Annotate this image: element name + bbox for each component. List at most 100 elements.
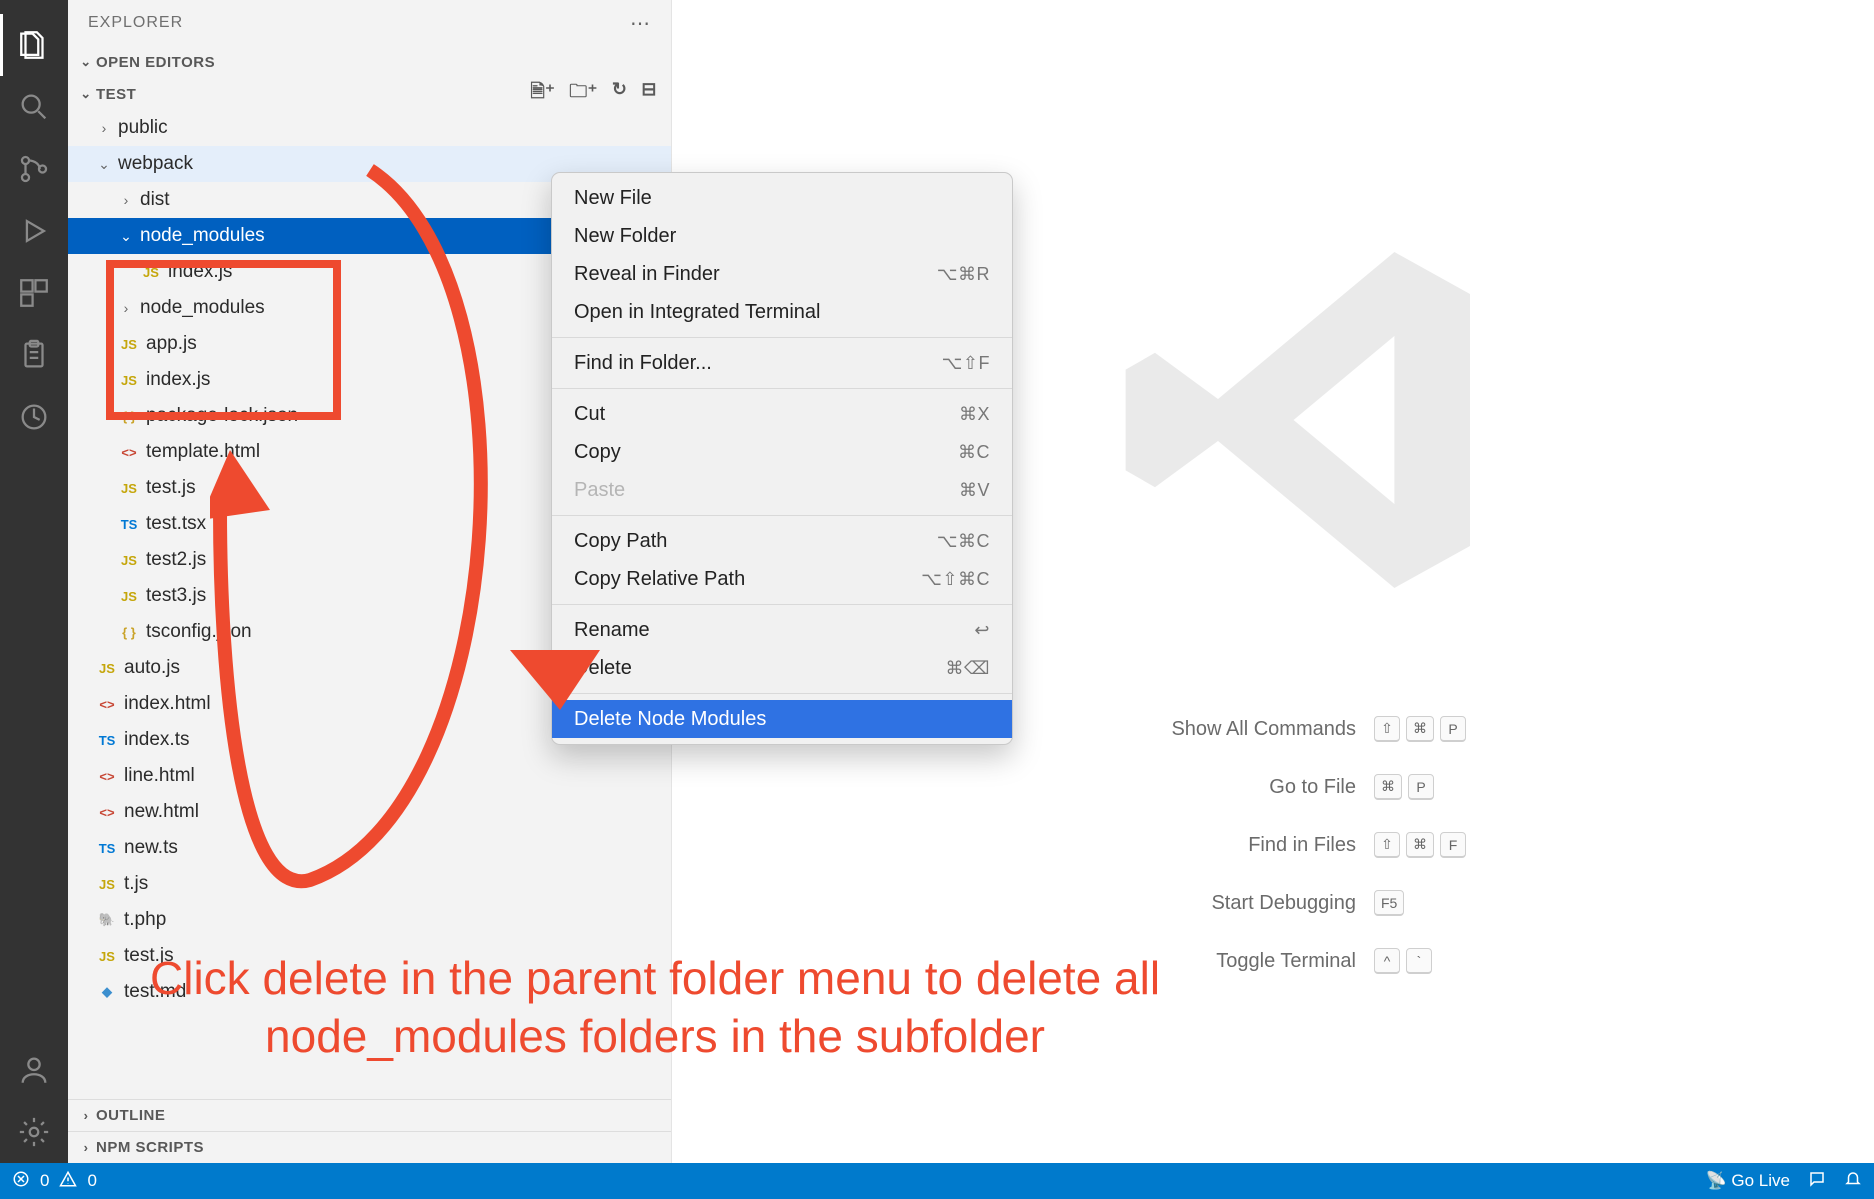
refresh-icon[interactable]: ↻ xyxy=(612,79,628,109)
new-folder-icon[interactable]: 🗀⁺ xyxy=(569,79,598,109)
welcome-label: Go to File xyxy=(1269,776,1356,799)
welcome-label: Start Debugging xyxy=(1211,892,1356,915)
outline-label: OUTLINE xyxy=(96,1107,671,1124)
npm-scripts-label: NPM SCRIPTS xyxy=(96,1139,671,1156)
collapse-icon[interactable]: ⊟ xyxy=(641,79,657,109)
folder-label: node_modules xyxy=(140,225,265,247)
file-label: index.js xyxy=(146,369,210,391)
activity-settings-icon[interactable] xyxy=(0,1101,68,1163)
file-label: test.tsx xyxy=(146,513,206,535)
ctx-shortcut: ⌘C xyxy=(958,442,990,463)
file-line-html[interactable]: <>line.html xyxy=(68,758,671,794)
welcome-shortcuts: Show All Commands ⇧⌘P Go to File ⌘P Find… xyxy=(954,700,1494,990)
ctx-label: New File xyxy=(574,187,652,210)
file-test-md[interactable]: ◆test.md xyxy=(68,974,671,1010)
file-label: app.js xyxy=(146,333,197,355)
new-file-icon[interactable]: 🗎⁺ xyxy=(530,79,555,109)
explorer-header: EXPLORER ⋯ xyxy=(68,0,671,46)
ctx-new-folder[interactable]: New Folder xyxy=(552,217,1012,255)
ctx-label: Delete xyxy=(574,657,632,680)
ctx-open-terminal[interactable]: Open in Integrated Terminal xyxy=(552,293,1012,331)
ctx-label: Copy Path xyxy=(574,530,667,553)
file-label: tsconfig.json xyxy=(146,621,252,643)
ctx-cut[interactable]: Cut⌘X xyxy=(552,395,1012,433)
go-live-label: Go Live xyxy=(1731,1171,1790,1190)
kbd: P xyxy=(1408,774,1434,800)
ctx-copy[interactable]: Copy ⌘C xyxy=(552,433,1012,471)
npm-scripts-section[interactable]: › NPM SCRIPTS xyxy=(68,1131,671,1163)
file-new-html[interactable]: <>new.html xyxy=(68,794,671,830)
ctx-copy-path[interactable]: Copy Path ⌥⌘C xyxy=(552,522,1012,560)
file-label: index.ts xyxy=(124,729,189,751)
ctx-separator xyxy=(552,388,1012,389)
file-t-js[interactable]: JSt.js xyxy=(68,866,671,902)
ctx-label: Reveal in Finder xyxy=(574,263,720,286)
status-bell-icon[interactable] xyxy=(1844,1170,1862,1193)
status-bar: 0 0 📡 Go Live xyxy=(0,1163,1874,1199)
ctx-label: Copy xyxy=(574,441,621,464)
ctx-label: Cut xyxy=(574,403,605,426)
kbd: P xyxy=(1440,716,1466,742)
file-new-ts[interactable]: TSnew.ts xyxy=(68,830,671,866)
activity-debug-icon[interactable] xyxy=(0,200,68,262)
ctx-shortcut: ⌘⌫ xyxy=(946,658,990,679)
explorer-title: EXPLORER xyxy=(88,14,183,32)
welcome-label: Show All Commands xyxy=(1171,718,1356,741)
ctx-label: Delete Node Modules xyxy=(574,708,766,731)
ctx-shortcut: ⌘V xyxy=(959,480,990,501)
folder-public[interactable]: ›public xyxy=(68,110,671,146)
folder-label: public xyxy=(118,117,168,139)
kbd: ⌘ xyxy=(1374,774,1402,800)
file-test-js-root[interactable]: JStest.js xyxy=(68,938,671,974)
open-editors-section[interactable]: ⌄ OPEN EDITORS xyxy=(68,46,671,78)
status-warnings[interactable] xyxy=(59,1170,77,1193)
kbd: F xyxy=(1440,832,1466,858)
kbd: ⇧ xyxy=(1374,832,1400,858)
ctx-rename[interactable]: Rename↩ xyxy=(552,611,1012,649)
ctx-new-file[interactable]: New File xyxy=(552,179,1012,217)
activity-explorer-icon[interactable] xyxy=(0,14,68,76)
ctx-shortcut: ⌥⌘C xyxy=(937,531,990,552)
file-label: test2.js xyxy=(146,549,206,571)
ctx-reveal-finder[interactable]: Reveal in Finder ⌥⌘R xyxy=(552,255,1012,293)
activity-bar xyxy=(0,0,68,1163)
status-error-count: 0 xyxy=(40,1171,49,1191)
welcome-label: Find in Files xyxy=(1248,834,1356,857)
file-label: test.js xyxy=(124,945,174,967)
status-errors[interactable] xyxy=(12,1170,30,1193)
activity-search-icon[interactable] xyxy=(0,76,68,138)
welcome-row-terminal: Toggle Terminal ^` xyxy=(954,932,1494,990)
file-label: template.html xyxy=(146,441,260,463)
ctx-delete-node-modules[interactable]: Delete Node Modules xyxy=(552,700,1012,738)
ctx-label: Find in Folder... xyxy=(574,352,712,375)
outline-section[interactable]: › OUTLINE xyxy=(68,1099,671,1131)
file-label: test.md xyxy=(124,981,186,1003)
chevron-right-icon: › xyxy=(76,1108,96,1123)
file-label: index.html xyxy=(124,693,211,715)
file-t-php[interactable]: 🐘t.php xyxy=(68,902,671,938)
ctx-shortcut: ⌥⇧F xyxy=(942,353,990,374)
context-menu: New File New Folder Reveal in Finder⌥⌘R … xyxy=(551,172,1013,745)
explorer-more-icon[interactable]: ⋯ xyxy=(630,11,651,36)
activity-clipboard-icon[interactable] xyxy=(0,324,68,386)
ctx-shortcut: ↩ xyxy=(974,620,990,641)
welcome-label: Toggle Terminal xyxy=(1216,950,1356,973)
status-go-live[interactable]: 📡 Go Live xyxy=(1706,1171,1790,1191)
kbd: ⇧ xyxy=(1374,716,1400,742)
ctx-shortcut: ⌥⌘R xyxy=(937,264,990,285)
activity-account-icon[interactable] xyxy=(0,1039,68,1101)
workspace-section[interactable]: ⌄ TEST 🗎⁺ 🗀⁺ ↻ ⊟ xyxy=(68,78,671,110)
ctx-label: New Folder xyxy=(574,225,676,248)
activity-scm-icon[interactable] xyxy=(0,138,68,200)
file-label: line.html xyxy=(124,765,195,787)
activity-extra-icon[interactable] xyxy=(0,386,68,448)
status-feedback-icon[interactable] xyxy=(1808,1170,1826,1193)
status-warning-count: 0 xyxy=(87,1171,96,1191)
ctx-find-in-folder[interactable]: Find in Folder... ⌥⇧F xyxy=(552,344,1012,382)
kbd: ` xyxy=(1406,948,1432,974)
ctx-delete[interactable]: Delete ⌘⌫ xyxy=(552,649,1012,687)
activity-extensions-icon[interactable] xyxy=(0,262,68,324)
ctx-copy-relative-path[interactable]: Copy Relative Path⌥⇧⌘C xyxy=(552,560,1012,598)
folder-label: node_modules xyxy=(140,297,265,319)
workspace-label: TEST xyxy=(96,86,530,103)
